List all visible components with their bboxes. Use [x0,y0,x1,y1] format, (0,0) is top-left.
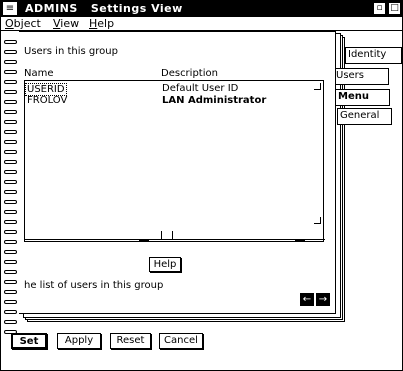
settings-window: ≡ ADMINS Settings View ▫ □ Object View H… [0,0,403,371]
spiral-ring [4,280,17,284]
table-row[interactable]: USERID Default User ID [25,83,323,96]
system-menu-icon[interactable]: ≡ [3,2,17,15]
set-button[interactable]: Set [11,333,47,349]
maximize-icon[interactable]: □ [388,2,401,15]
spiral-ring [4,250,17,254]
scroll-mark [139,239,149,241]
spiral-ring [4,220,17,224]
notebook-spiral-binding [1,32,21,334]
spiral-ring [4,90,17,94]
user-description-cell: Default User ID [162,83,239,94]
spiral-ring [4,290,17,294]
spiral-ring [4,130,17,134]
spiral-ring [4,300,17,304]
table-row[interactable]: FROLOV LAN Administrator [25,95,323,107]
next-page-icon[interactable]: → [316,293,330,306]
spiral-ring [4,230,17,234]
window-title: ADMINS Settings View [25,2,183,15]
app-name: ADMINS [25,2,78,15]
resize-handle [314,217,321,224]
column-header-name: Name [24,68,54,79]
cancel-button[interactable]: Cancel [159,333,203,349]
list-bottom-rule [25,239,325,241]
tab-users[interactable]: Users [333,68,389,85]
spiral-ring [4,100,17,104]
spiral-ring [4,260,17,264]
spiral-ring [4,200,17,204]
spiral-ring [4,240,17,244]
resize-handle [314,83,321,90]
previous-page-icon[interactable]: ← [300,293,314,306]
column-divider [161,231,173,240]
help-button[interactable]: Help [149,257,181,272]
menu-view[interactable]: View [53,17,79,30]
spiral-ring [4,320,17,324]
view-name: Settings View [90,2,183,15]
spiral-ring [4,170,17,174]
spiral-ring [4,160,17,164]
menu-object[interactable]: Object [5,17,41,30]
spiral-ring [4,110,17,114]
menu-help[interactable]: Help [89,17,114,30]
spiral-ring [4,150,17,154]
spiral-ring [4,70,17,74]
tab-general[interactable]: General [337,108,392,125]
tab-menu[interactable]: Menu [335,89,390,106]
spiral-ring [4,310,17,314]
apply-button[interactable]: Apply [57,333,101,349]
title-bar[interactable]: ≡ ADMINS Settings View ▫ □ [1,1,403,17]
reset-button[interactable]: Reset [110,333,151,349]
spiral-ring [4,120,17,124]
spiral-ring [4,190,17,194]
user-description-cell: LAN Administrator [162,95,267,106]
scroll-mark [295,239,305,241]
spiral-ring [4,80,17,84]
info-text: he list of users in this group [24,280,164,291]
spiral-ring [4,180,17,184]
column-header-description: Description [161,68,218,79]
user-name-cell: FROLOV [27,95,68,106]
spiral-ring [4,140,17,144]
tab-identity[interactable]: Identity [345,47,402,64]
spiral-ring [4,60,17,64]
spiral-ring [4,270,17,274]
spiral-ring [4,210,17,214]
minimize-icon[interactable]: ▫ [373,2,386,15]
spiral-ring [4,40,17,44]
spiral-ring [4,50,17,54]
users-list[interactable]: USERID Default User ID FROLOV LAN Admini… [24,80,325,242]
menu-bar: Object View Help [1,17,403,31]
page-heading: Users in this group [24,46,118,57]
